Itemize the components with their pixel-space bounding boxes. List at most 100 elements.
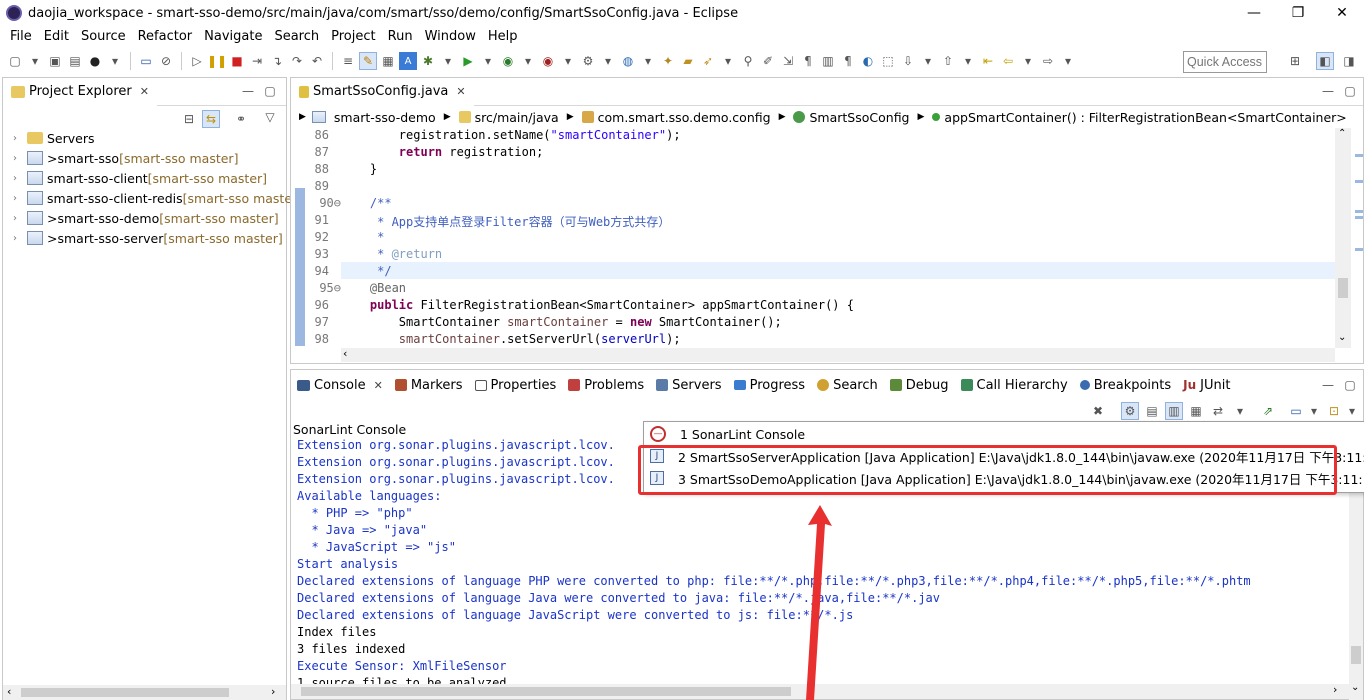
prev-edit-icon[interactable]: ⇧ — [939, 52, 957, 70]
tab-call-hierarchy[interactable]: Call Hierarchy — [955, 372, 1074, 398]
save-all-icon[interactable]: ▤ — [66, 52, 84, 70]
last-edit-icon[interactable]: ⇤ — [979, 52, 997, 70]
minimize-button[interactable]: — — [1232, 0, 1276, 26]
next-edit-icon[interactable]: ⇩ — [899, 52, 917, 70]
collapse-all-icon[interactable]: ⊟ — [180, 110, 198, 128]
show-whitespace-icon[interactable]: ¶ — [799, 52, 817, 70]
scroll-left-icon[interactable]: ‹ — [343, 347, 347, 360]
scroll-up-icon[interactable]: ⌃ — [1338, 128, 1346, 139]
scroll-down-icon[interactable]: ⌄ — [1338, 332, 1346, 343]
scrollbar-thumb[interactable] — [21, 688, 229, 697]
expand-icon[interactable]: › — [13, 153, 25, 164]
editor-horizontal-scrollbar[interactable]: ‹ — [341, 347, 1335, 362]
maximize-button[interactable]: ❐ — [1276, 0, 1320, 26]
scrollbar-thumb[interactable] — [301, 687, 791, 696]
filter-icon[interactable]: ⚭ — [232, 110, 250, 128]
resume-icon[interactable]: ▷ — [188, 52, 206, 70]
annotation-icon[interactable]: ✐ — [759, 52, 777, 70]
overview-ruler[interactable] — [1353, 128, 1363, 348]
block-selection-icon[interactable]: ▦ — [379, 52, 397, 70]
close-icon[interactable]: ✕ — [140, 85, 149, 98]
minimize-view-icon[interactable]: — — [1319, 376, 1337, 394]
menu-source[interactable]: Source — [75, 29, 132, 44]
forward-icon[interactable]: ⇨ — [1039, 52, 1057, 70]
external-tools-icon[interactable]: ◉ — [539, 52, 557, 70]
step-over-icon[interactable]: ↷ — [288, 52, 306, 70]
scroll-right-icon[interactable]: › — [1333, 683, 1337, 696]
word-wrap-icon[interactable]: ▦ — [1187, 402, 1205, 420]
scrollbar-thumb[interactable] — [1338, 278, 1348, 298]
java-ee-perspective-icon[interactable]: ◧ — [1316, 52, 1334, 70]
menu-refactor[interactable]: Refactor — [132, 29, 199, 44]
dropdown-icon[interactable]: ▾ — [919, 52, 937, 70]
minimize-view-icon[interactable]: — — [1319, 82, 1337, 100]
save-icon[interactable]: ▣ — [46, 52, 64, 70]
open-folder-icon[interactable]: ▰ — [679, 52, 697, 70]
run-icon[interactable]: ▶ — [459, 52, 477, 70]
breadcrumb-class[interactable]: SmartSsoConfig — [809, 110, 909, 125]
display-selected-console-icon[interactable]: ▭ — [1287, 402, 1305, 420]
tab-console[interactable]: Console ✕ — [291, 372, 389, 398]
step-return-icon[interactable]: ↶ — [308, 52, 326, 70]
tab-problems[interactable]: Problems — [562, 372, 650, 398]
dropdown-icon[interactable]: ▾ — [1019, 52, 1037, 70]
dropdown-icon[interactable]: ▾ — [1059, 52, 1077, 70]
open-type-icon[interactable]: ✦ — [659, 52, 677, 70]
next-annotation-icon[interactable]: ⇲ — [779, 52, 797, 70]
tree-item-servers[interactable]: › Servers — [13, 128, 95, 148]
dropdown-icon[interactable]: ▾ — [439, 52, 457, 70]
expand-icon[interactable]: › — [13, 233, 25, 244]
show-console-icon[interactable]: ⚙ — [1121, 402, 1139, 420]
breadcrumb-project[interactable]: smart-sso-demo — [334, 110, 436, 125]
mark-occurrences-icon[interactable]: ✎ — [359, 52, 377, 70]
scroll-lock-icon[interactable]: ▥ — [1165, 402, 1183, 420]
tab-project-explorer[interactable]: Project Explorer ✕ — [3, 77, 157, 106]
ruler-mark[interactable] — [1355, 216, 1363, 219]
user-icon[interactable]: ● — [86, 52, 104, 70]
tab-junit[interactable]: Ju JUnit — [1177, 372, 1236, 398]
tab-progress[interactable]: Progress — [728, 372, 811, 398]
dropdown-icon[interactable]: ▾ — [1231, 402, 1249, 420]
new-server-icon[interactable]: ⚙ — [579, 52, 597, 70]
dropdown-icon[interactable]: ▾ — [639, 52, 657, 70]
new-console-icon[interactable]: ⊡ — [1325, 402, 1343, 420]
expand-icon[interactable]: › — [13, 213, 25, 224]
open-task-icon[interactable]: ➶ — [699, 52, 717, 70]
ruler-mark[interactable] — [1355, 210, 1363, 213]
menu-edit[interactable]: Edit — [38, 29, 75, 44]
minimize-view-icon[interactable]: — — [239, 82, 257, 100]
scroll-left-icon[interactable]: ‹ — [7, 685, 11, 698]
tab-debug[interactable]: Debug — [884, 372, 955, 398]
tree-item-smart-sso-client-redis[interactable]: › smart-sso-client-redis [smart-sso mast… — [13, 188, 292, 208]
menu-help[interactable]: Help — [482, 29, 524, 44]
tab-search[interactable]: Search — [811, 372, 884, 398]
pilcrow-icon[interactable]: ¶ — [839, 52, 857, 70]
menu-search[interactable]: Search — [268, 29, 325, 44]
dropdown-icon[interactable]: ▾ — [719, 52, 737, 70]
pin-console-icon[interactable]: ⇄ — [1209, 402, 1227, 420]
disconnect-icon[interactable]: ⇥ — [248, 52, 266, 70]
tree-item-smart-sso-server[interactable]: › > smart-sso-server [smart-sso master] — [13, 228, 283, 248]
menu-navigate[interactable]: Navigate — [198, 29, 268, 44]
scroll-right-icon[interactable]: › — [271, 685, 275, 698]
menu-run[interactable]: Run — [382, 29, 419, 44]
close-icon[interactable]: ✕ — [374, 379, 383, 392]
ruler-mark[interactable] — [1355, 180, 1363, 183]
code-editor[interactable]: 86 87 88 89 90⊖ 91 92 93 94 95⊖ 96 97 98… — [291, 128, 1351, 346]
search-icon[interactable]: ⚲ — [739, 52, 757, 70]
coverage-icon[interactable]: ◉ — [499, 52, 517, 70]
tab-servers[interactable]: Servers — [650, 372, 727, 398]
suspend-icon[interactable]: ❚❚ — [207, 52, 227, 70]
dropdown-icon[interactable]: ▾ — [559, 52, 577, 70]
tree-item-smart-sso-demo[interactable]: › > smart-sso-demo [smart-sso master] — [13, 208, 279, 228]
open-perspective-icon[interactable]: ⊞ — [1286, 52, 1304, 70]
dropdown-icon[interactable]: ▾ — [599, 52, 617, 70]
terminal-icon[interactable]: ▭ — [137, 52, 155, 70]
dropdown-icon[interactable]: ▾ — [479, 52, 497, 70]
close-icon[interactable]: ✕ — [456, 85, 465, 98]
dropdown-icon[interactable]: ▾ — [959, 52, 977, 70]
java-perspective-icon[interactable]: ◨ — [1340, 52, 1358, 70]
clear-console-icon[interactable]: ▤ — [1143, 402, 1161, 420]
open-console-icon[interactable]: ⇗ — [1259, 402, 1277, 420]
expand-icon[interactable]: › — [13, 133, 25, 144]
